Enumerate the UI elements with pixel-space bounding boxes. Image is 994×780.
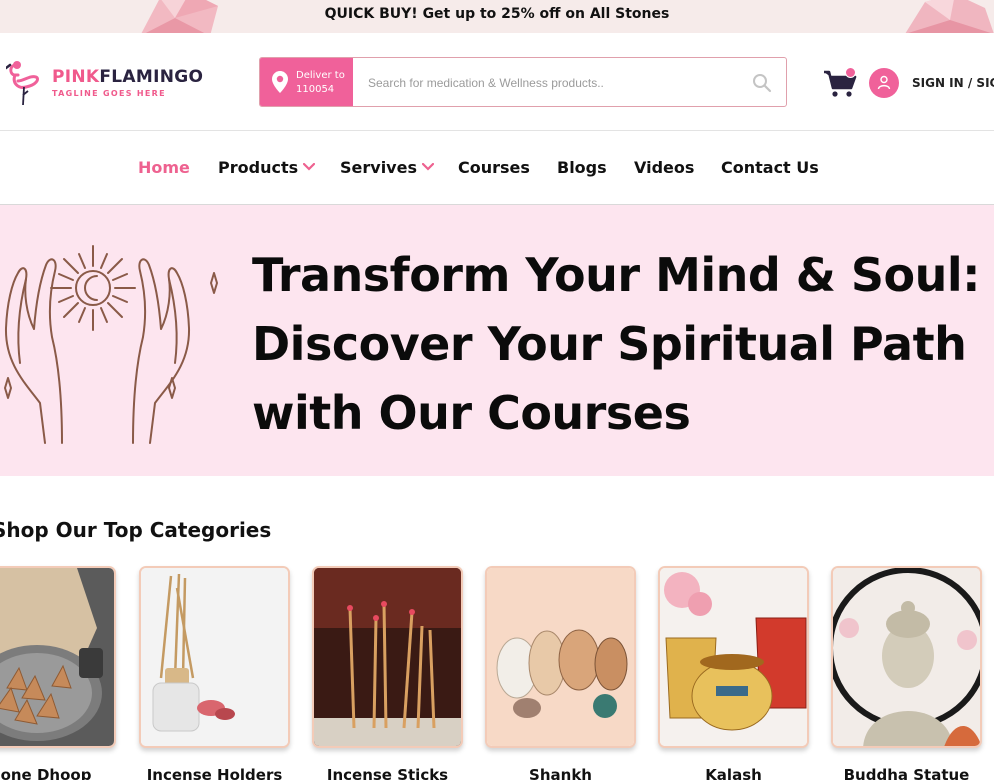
site-header: PINKFLAMINGO TAGLINE GOES HERE Deliver t…: [0, 33, 994, 131]
deliver-to-button[interactable]: Deliver to 110054: [260, 58, 353, 106]
hands-moon-icon: [4, 245, 218, 444]
category-label[interactable]: Incense Holders: [139, 766, 290, 780]
category-label[interactable]: Shankh: [485, 766, 636, 780]
hero-title: Transform Your Mind & Soul: Discover You…: [252, 248, 981, 440]
nav-item-videos[interactable]: Videos: [634, 158, 694, 177]
user-icon[interactable]: [869, 68, 899, 98]
nav-item-products[interactable]: Products: [218, 158, 316, 177]
category-card-incense-sticks[interactable]: [312, 566, 463, 748]
incense-sticks-image: [314, 568, 461, 746]
cone-dhoop-image: [0, 568, 114, 746]
nav-item-home[interactable]: Home: [138, 158, 190, 177]
kalash-image: [660, 568, 807, 746]
category-label[interactable]: Cone Dhoop: [0, 766, 116, 780]
category-card-cone-dhoop[interactable]: [0, 566, 116, 748]
brand-tagline: TAGLINE GOES HERE: [52, 89, 166, 98]
main-nav: Home Products Servives Courses Blogs Vid…: [0, 131, 994, 205]
category-card-incense-holders[interactable]: [139, 566, 290, 748]
flamingo-icon: [6, 61, 39, 106]
category-card-kalash[interactable]: [658, 566, 809, 748]
incense-holders-image: [141, 568, 288, 746]
nav-item-courses[interactable]: Courses: [458, 158, 530, 177]
category-label[interactable]: Kalash: [658, 766, 809, 780]
location-pin-icon: [272, 71, 288, 93]
signin-link[interactable]: SIGN IN / SIGN UP: [912, 76, 994, 90]
chevron-down-icon: [303, 163, 316, 171]
search-icon[interactable]: [752, 73, 772, 93]
categories-heading: Shop Our Top Categories: [0, 518, 272, 542]
promo-bar: QUICK BUY! Get up to 25% off on All Ston…: [0, 0, 994, 33]
chevron-down-icon: [421, 163, 434, 171]
category-card-shankh[interactable]: [485, 566, 636, 748]
nav-item-blogs[interactable]: Blogs: [557, 158, 607, 177]
brand-name: PINKFLAMINGO: [52, 67, 204, 87]
category-label[interactable]: Incense Sticks: [312, 766, 463, 780]
search-input[interactable]: [368, 72, 748, 94]
brand-logo[interactable]: PINKFLAMINGO TAGLINE GOES HERE: [6, 59, 203, 107]
nav-item-contact[interactable]: Contact Us: [721, 158, 819, 177]
category-card-buddha-statue[interactable]: [831, 566, 982, 748]
promo-text[interactable]: QUICK BUY! Get up to 25% off on All Ston…: [0, 6, 994, 22]
deliver-label: Deliver to 110054: [296, 70, 345, 95]
buddha-statue-image: [833, 568, 980, 746]
category-label[interactable]: Buddha Statue: [831, 766, 982, 780]
search-bar: Deliver to 110054: [259, 57, 787, 107]
cart-badge: [845, 67, 856, 78]
nav-item-services[interactable]: Servives: [340, 158, 434, 177]
shankh-image: [487, 568, 634, 746]
hero-banner: Transform Your Mind & Soul: Discover You…: [0, 205, 994, 476]
